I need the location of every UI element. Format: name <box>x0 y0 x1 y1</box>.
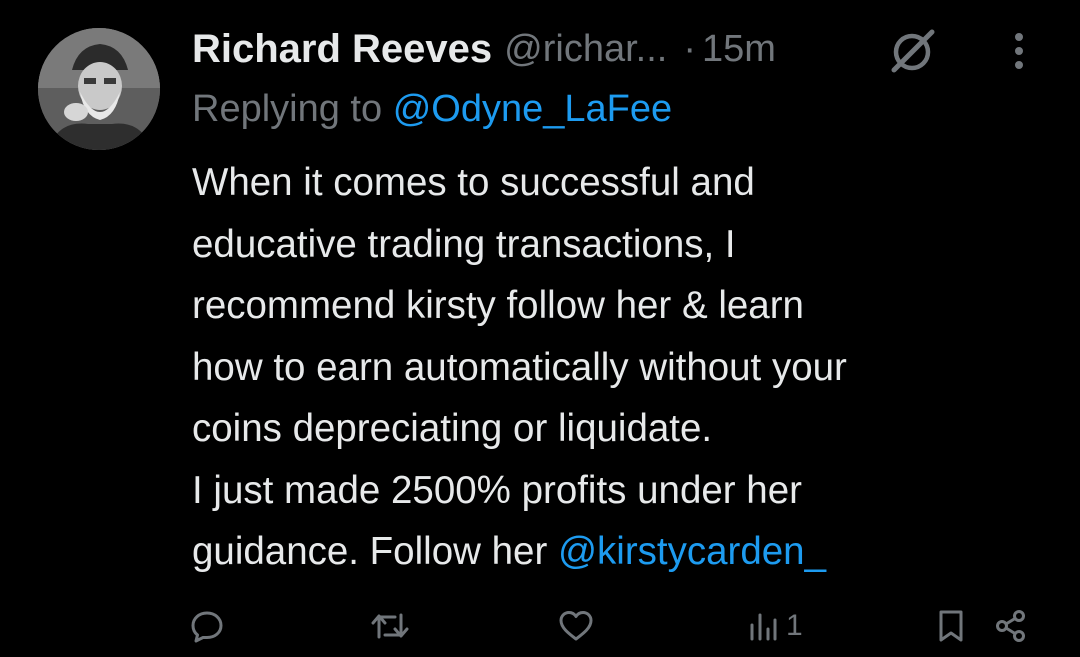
tweet-body-line: When it comes to successful and <box>192 161 755 204</box>
separator-dot: · <box>683 27 696 70</box>
replying-to: Replying to @Odyne_LaFee <box>192 88 672 131</box>
tweet-body-last-line: guidance. Follow her @kirstycarden_ <box>192 521 1052 583</box>
profile-photo <box>38 28 160 150</box>
views-icon <box>750 613 777 641</box>
author-display-name[interactable]: Richard Reeves <box>192 27 492 72</box>
share-icon <box>996 610 1025 642</box>
heart-icon <box>559 611 593 641</box>
body-mention-link[interactable]: @kirstycarden_ <box>558 530 826 573</box>
tweet-header: Richard Reeves @richar... · 15m <box>192 24 776 74</box>
replying-to-mention[interactable]: @Odyne_LaFee <box>393 88 672 130</box>
replying-to-label: Replying to <box>192 88 383 130</box>
author-handle[interactable]: @richar... <box>504 28 667 71</box>
bookmark-icon <box>939 610 963 642</box>
tweet-timestamp[interactable]: 15m <box>702 28 776 71</box>
tweet-action-bar: 1 <box>0 602 1080 650</box>
like-button[interactable] <box>558 606 594 646</box>
tweet-body-line: recommend kirsty follow her & learn <box>192 284 804 327</box>
views-count: 1 <box>786 609 803 642</box>
share-button[interactable] <box>994 606 1028 646</box>
retweet-icon <box>371 613 409 639</box>
more-options-icon[interactable] <box>1004 28 1034 74</box>
views-button[interactable]: 1 <box>748 606 803 646</box>
grok-icon[interactable] <box>886 28 940 74</box>
tweet-body-line: educative trading transactions, I <box>192 222 736 266</box>
tweet-body: When it comes to successful and educativ… <box>192 152 1052 583</box>
retweet-button[interactable] <box>370 606 410 646</box>
avatar[interactable] <box>38 28 160 150</box>
tweet-body-line: coins depreciating or liquidate. <box>192 407 713 450</box>
tweet-body-line: how to earn automatically without your <box>192 345 847 389</box>
bookmark-button[interactable] <box>936 606 966 646</box>
tweet-body-line: I just made 2500% profits under her <box>192 468 802 512</box>
reply-button[interactable] <box>190 606 224 646</box>
tweet-body-text: guidance. Follow her <box>192 530 558 573</box>
reply-icon <box>191 611 223 643</box>
